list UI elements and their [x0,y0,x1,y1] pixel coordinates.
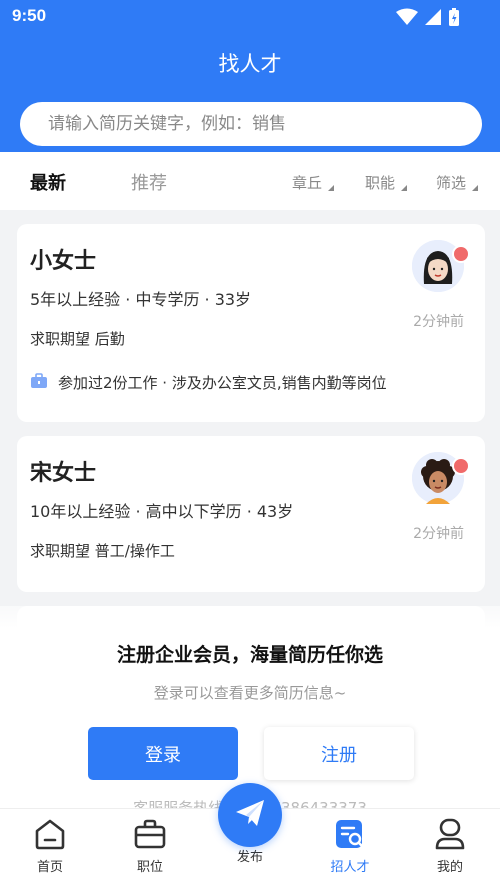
promo-subtitle: 登录可以查看更多简历信息~ [153,684,347,702]
avatar [412,452,470,504]
candidate-name: 宋女士 [30,461,97,486]
filter-function[interactable]: 职能 [365,172,408,193]
job-expectation: 求职期望 普工/操作工 [30,542,175,560]
status-bar: 9:50 [0,0,500,34]
view-badge-icon [452,245,470,263]
nav-jobs[interactable]: 职位 [120,817,180,885]
promo-title: 注册企业会员，海量简历任你选 [116,644,383,666]
tabs-bar: 最新 推荐 章丘 职能 筛选 [0,152,500,210]
view-badge-icon [452,457,470,475]
page-title: 找人才 [218,52,282,76]
filter-more-label: 筛选 [436,174,467,192]
search-box[interactable] [20,102,482,146]
briefcase-icon [120,817,180,851]
avatar [412,240,470,292]
filter-function-label: 职能 [365,174,396,192]
resume-search-icon [320,817,380,851]
nav-mine[interactable]: 我的 [420,817,480,885]
search-input[interactable] [48,102,468,146]
nav-jobs-label: 职位 [136,860,163,875]
candidate-info: 5年以上经验 · 中专学历 · 33岁 [30,290,252,309]
login-button[interactable]: 登录 [88,727,238,780]
publish-button[interactable] [218,783,282,847]
signal-icon [424,8,442,30]
nav-home-label: 首页 [36,860,63,875]
user-icon [420,817,480,851]
tab-latest[interactable]: 最新 [30,169,66,195]
dropdown-triangle-icon [328,185,335,191]
status-icons [396,7,460,31]
nav-mine-label: 我的 [436,860,463,875]
resume-card[interactable]: 小女士 5年以上经验 · 中专学历 · 33岁 求职期望 后勤 参加过2份工作 … [17,224,485,422]
briefcase-small-icon [30,372,48,393]
filter-more[interactable]: 筛选 [436,172,479,193]
status-time: 9:50 [12,6,47,25]
nav-publish-label: 发布 [236,850,263,865]
dropdown-triangle-icon [472,185,479,191]
work-experience-text: 参加过2份工作 · 涉及办公室文员,销售内勤等岗位 [58,374,387,392]
work-experience: 参加过2份工作 · 涉及办公室文员,销售内勤等岗位 [30,372,387,393]
header: 9:50 找人才 [0,0,500,152]
nav-talent[interactable]: 招人才 [320,817,380,885]
nav-talent-label: 招人才 [330,860,370,875]
filter-location-label: 章丘 [292,174,323,192]
paper-plane-icon [233,796,267,834]
resume-card[interactable]: 宋女士 10年以上经验 · 高中以下学历 · 43岁 求职期望 普工/操作工 2… [17,436,485,592]
nav-home[interactable]: 首页 [20,817,80,885]
job-expectation: 求职期望 后勤 [30,330,125,348]
tab-recommend[interactable]: 推荐 [131,169,167,195]
candidate-info: 10年以上经验 · 高中以下学历 · 43岁 [30,502,294,521]
battery-icon [448,7,460,31]
filter-location[interactable]: 章丘 [292,172,335,193]
wifi-icon [396,8,418,30]
dropdown-triangle-icon [401,185,408,191]
update-time: 2分钟前 [413,314,464,330]
update-time: 2分钟前 [413,526,464,542]
candidate-name: 小女士 [30,249,97,274]
register-button[interactable]: 注册 [264,727,414,780]
home-icon [20,817,80,851]
nav-publish[interactable]: 发布 [220,841,280,888]
